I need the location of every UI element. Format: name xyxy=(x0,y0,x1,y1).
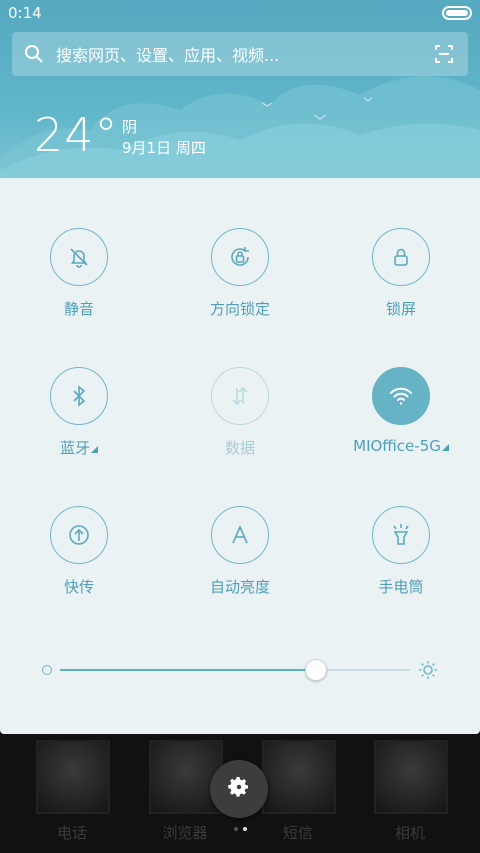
page-dot-active xyxy=(243,827,247,831)
toggle-label: 数据 xyxy=(224,439,255,457)
weather-header: 0:14 搜索网页、设置、应用、视频... 24° 阴 9月1日 周四 xyxy=(0,0,480,180)
gear-icon xyxy=(227,775,251,803)
bell-off-icon xyxy=(50,228,108,286)
toggle-label: 蓝牙 xyxy=(9,437,149,458)
brightness-high-icon xyxy=(418,660,438,680)
data-arrows-icon xyxy=(211,367,269,425)
status-bar: 0:14 xyxy=(0,0,480,26)
scan-icon[interactable] xyxy=(420,32,468,76)
quick-settings-panel: 静音 方向锁定 锁屏 蓝牙 数据 MIOffice-5G 快传 自动亮度 手电筒 xyxy=(0,178,480,734)
settings-button[interactable] xyxy=(210,760,268,818)
status-time: 0:14 xyxy=(8,4,42,22)
app-icon-camera[interactable] xyxy=(374,740,448,814)
brightness-low-icon xyxy=(42,665,52,675)
app-label: 相机 xyxy=(394,824,425,842)
weather-date: 9月1日 周四 xyxy=(122,139,206,157)
flashlight-icon xyxy=(372,506,430,564)
toggle-label: MIOffice-5G xyxy=(331,437,471,455)
app-label: 电话 xyxy=(56,824,87,842)
page-indicator xyxy=(232,827,252,833)
menu-indicator-icon xyxy=(441,444,449,451)
brightness-thumb[interactable] xyxy=(304,659,327,681)
weather-condition: 阴 xyxy=(122,118,138,136)
brightness-fill xyxy=(60,669,316,671)
search-icon xyxy=(12,32,56,76)
toggle-label: 自动亮度 xyxy=(209,578,270,596)
toggle-quick-share[interactable]: 快传 xyxy=(9,506,149,597)
toggle-label: 手电筒 xyxy=(378,578,424,596)
toggle-lock-screen[interactable]: 锁屏 xyxy=(331,228,471,319)
rotation-lock-icon xyxy=(211,228,269,286)
menu-indicator-icon xyxy=(91,446,98,453)
app-icon-phone[interactable] xyxy=(36,740,110,814)
toggle-flashlight[interactable]: 手电筒 xyxy=(331,506,471,597)
bluetooth-icon xyxy=(50,367,108,425)
share-transfer-icon xyxy=(50,506,108,564)
app-label: 短信 xyxy=(282,824,313,842)
brightness-slider[interactable] xyxy=(60,669,410,671)
page-dot xyxy=(234,827,238,831)
toggle-rotation-lock[interactable]: 方向锁定 xyxy=(170,228,310,319)
battery-icon xyxy=(442,6,472,20)
toggle-silent[interactable]: 静音 xyxy=(9,228,149,319)
toggle-bluetooth[interactable]: 蓝牙 xyxy=(9,367,149,458)
toggle-label: 快传 xyxy=(63,578,94,596)
app-label: 浏览器 xyxy=(162,824,208,842)
search-placeholder: 搜索网页、设置、应用、视频... xyxy=(56,46,280,65)
toggle-mobile-data[interactable]: 数据 xyxy=(170,367,310,458)
toggle-wifi[interactable]: MIOffice-5G xyxy=(331,367,471,455)
toggle-label: 静音 xyxy=(63,300,94,318)
wifi-icon xyxy=(372,367,430,425)
toggle-label: 方向锁定 xyxy=(209,300,270,318)
app-icon-messages[interactable] xyxy=(262,740,336,814)
auto-brightness-icon xyxy=(211,506,269,564)
toggle-auto-brightness[interactable]: 自动亮度 xyxy=(170,506,310,597)
search-bar[interactable]: 搜索网页、设置、应用、视频... xyxy=(12,32,468,76)
toggle-label: 锁屏 xyxy=(385,300,416,318)
temperature: 24° xyxy=(34,108,119,162)
lock-icon xyxy=(372,228,430,286)
brightness-control xyxy=(40,656,440,684)
